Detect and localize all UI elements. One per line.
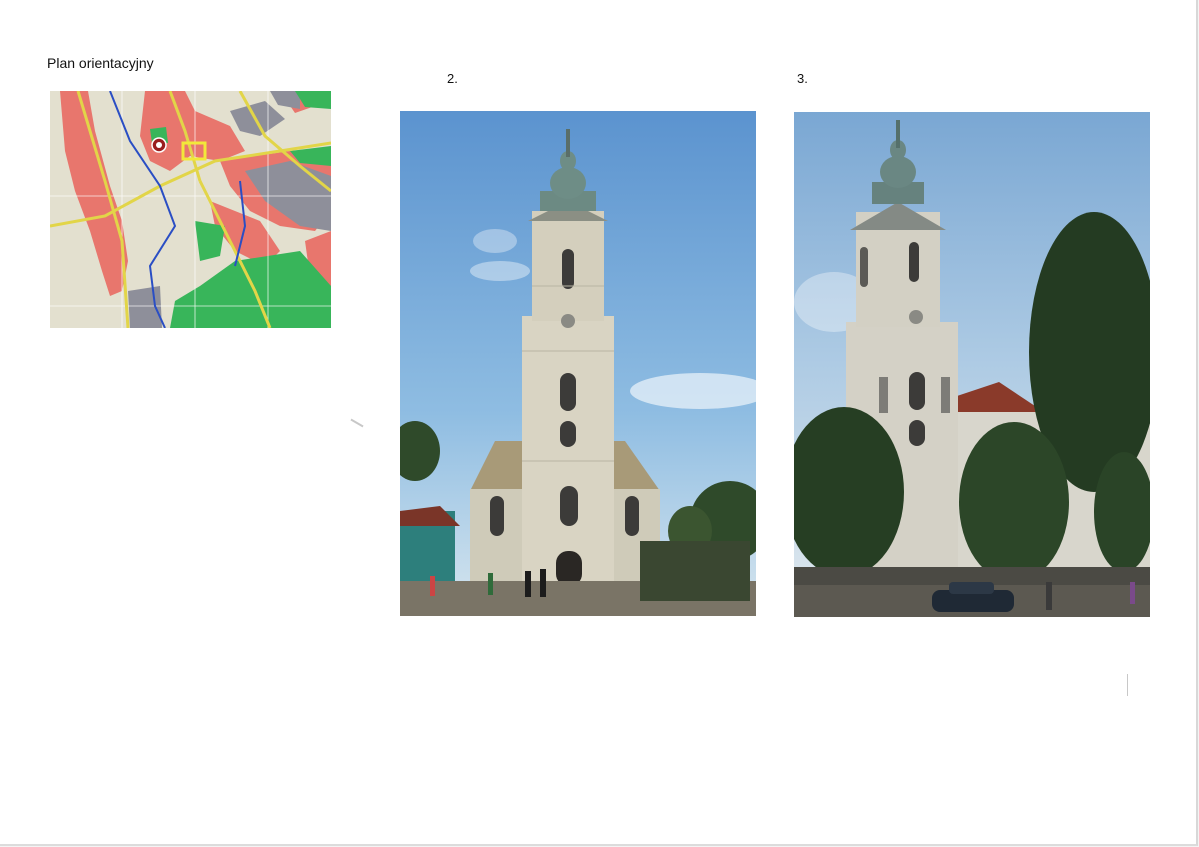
church-tower-photo-side <box>794 112 1150 617</box>
orientation-map <box>50 91 331 328</box>
document-page: Plan orientacyjny 2. 3. <box>0 0 1198 846</box>
photo-2-label: 2. <box>447 71 458 86</box>
map-title: Plan orientacyjny <box>47 55 154 71</box>
scan-speck <box>350 418 364 428</box>
photo-3-label: 3. <box>797 71 808 86</box>
scan-speck <box>1127 674 1128 696</box>
church-tower-photo-front <box>400 111 756 616</box>
